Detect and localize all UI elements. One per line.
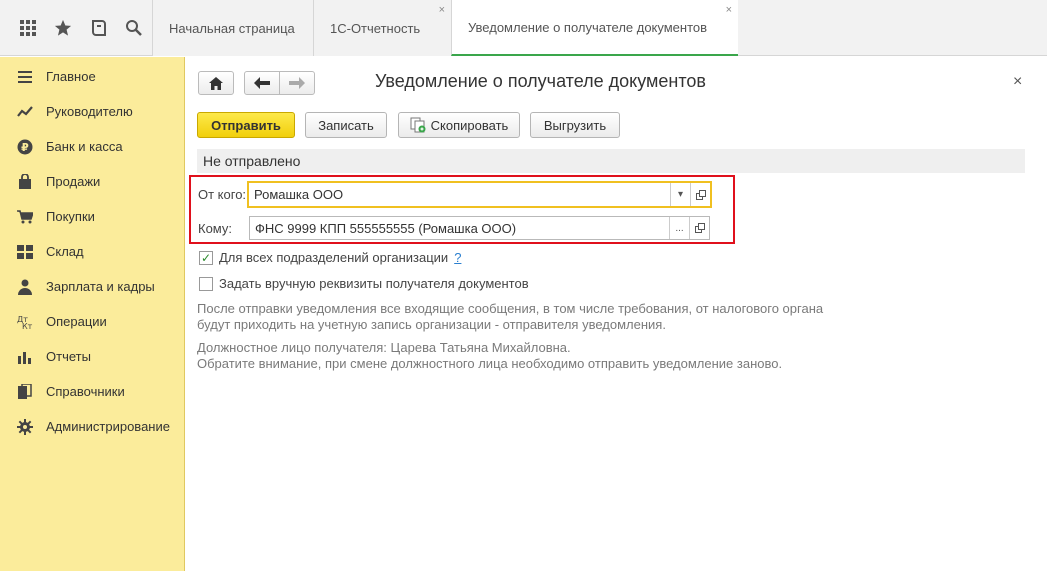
all-units-checkbox[interactable]: ✓ <box>199 250 213 265</box>
sidebar-item-label: Операции <box>46 314 107 329</box>
sidebar-item-label: Зарплата и кадры <box>46 279 155 294</box>
from-field-value: Ромашка ООО <box>254 187 344 202</box>
official-note: Должностное лицо получателя: Царева Тать… <box>197 340 782 372</box>
copy-button-label: Скопировать <box>430 117 509 133</box>
sidebar-item-label: Руководителю <box>46 104 133 119</box>
ruble-icon: ₽ <box>16 138 34 156</box>
save-button[interactable]: Записать <box>305 112 387 138</box>
sidebar-item-label: Главное <box>46 69 96 84</box>
status-text: Не отправлено <box>203 153 301 169</box>
top-icons <box>0 0 152 56</box>
dropdown-button[interactable]: ▾ <box>670 183 690 206</box>
ellipsis-icon: ... <box>675 222 684 234</box>
home-icon <box>209 76 223 90</box>
sidebar-item-operations[interactable]: Дт Кт Операции <box>0 304 184 339</box>
open-button[interactable] <box>690 183 710 206</box>
person-icon <box>16 278 34 296</box>
books-icon <box>16 383 34 401</box>
close-tab-icon[interactable]: × <box>439 4 445 16</box>
official-note-line: Должностное лицо получателя: Царева Тать… <box>197 340 571 355</box>
tab-home[interactable]: Начальная страница <box>152 0 313 56</box>
help-link[interactable]: ? <box>454 250 461 265</box>
svg-text:Кт: Кт <box>22 322 33 330</box>
sidebar-item-manager[interactable]: Руководителю <box>0 94 184 129</box>
arrow-right-icon <box>289 77 305 89</box>
open-button[interactable] <box>689 217 709 239</box>
tab-label: 1С-Отчетность <box>330 20 421 36</box>
dt-kt-icon: Дт Кт <box>16 313 34 331</box>
svg-text:₽: ₽ <box>21 141 29 154</box>
tab-1c-reporting[interactable]: 1С-Отчетность × <box>313 0 451 56</box>
history-icon[interactable] <box>81 10 117 46</box>
sidebar-item-label: Отчеты <box>46 349 91 364</box>
official-note-line: Обратите внимание, при смене должностног… <box>197 356 783 371</box>
manual-checkbox[interactable] <box>199 276 213 291</box>
sidebar-item-label: Продажи <box>46 174 101 189</box>
sidebar-item-label: Покупки <box>46 209 95 224</box>
sidebar-item-label: Справочники <box>46 384 125 399</box>
info-note: После отправки уведомления все входящие … <box>197 301 823 333</box>
sidebar: Главное Руководителю ₽ Банк и касса Прод… <box>0 57 185 571</box>
send-button[interactable]: Отправить <box>197 112 295 138</box>
sidebar-item-reports[interactable]: Отчеты <box>0 339 184 374</box>
export-button[interactable]: Выгрузить <box>530 112 620 138</box>
from-label: От кого: <box>198 187 247 202</box>
info-note-line: После отправки уведомления все входящие … <box>197 301 824 316</box>
info-note-line: будут приходить на учетную запись органи… <box>197 317 666 332</box>
apps-grid-icon[interactable] <box>10 10 46 46</box>
sidebar-item-label: Банк и касса <box>46 139 123 154</box>
sidebar-item-label: Склад <box>46 244 84 259</box>
bar-chart-icon <box>16 348 34 366</box>
close-icon[interactable]: × <box>1013 73 1022 91</box>
from-field[interactable]: Ромашка ООО ▾ <box>247 181 712 208</box>
status-bar: Не отправлено <box>197 149 1025 173</box>
search-icon[interactable] <box>117 10 153 46</box>
page-title: Уведомление о получателе документов <box>375 71 706 91</box>
manual-label: Задать вручную реквизиты получателя доку… <box>219 276 529 291</box>
tab-strip: Начальная страница 1С-Отчетность × Уведо… <box>152 0 738 56</box>
tab-label: Уведомление о получателе документов <box>468 19 708 35</box>
sidebar-item-main[interactable]: Главное <box>0 59 184 94</box>
trend-icon <box>16 103 34 121</box>
select-button[interactable]: ... <box>669 217 689 239</box>
sidebar-item-sales[interactable]: Продажи <box>0 164 184 199</box>
all-units-label: Для всех подразделений организации <box>219 250 449 265</box>
sidebar-item-admin[interactable]: Администрирование <box>0 409 184 444</box>
arrow-left-icon <box>254 77 270 89</box>
back-button[interactable] <box>244 71 280 95</box>
sidebar-item-purchases[interactable]: Покупки <box>0 199 184 234</box>
sidebar-item-warehouse[interactable]: Склад <box>0 234 184 269</box>
sidebar-item-bank[interactable]: ₽ Банк и касса <box>0 129 184 164</box>
tab-label: Начальная страница <box>169 20 295 36</box>
chevron-down-icon: ▾ <box>677 189 684 200</box>
manual-checkbox-row[interactable]: Задать вручную реквизиты получателя доку… <box>199 276 529 291</box>
sidebar-item-label: Администрирование <box>46 419 170 434</box>
bag-icon <box>16 173 34 191</box>
to-field[interactable]: ФНС 9999 КПП 555555555 (Ромашка ООО) ... <box>249 216 710 240</box>
cart-icon <box>16 208 34 226</box>
sidebar-item-catalogs[interactable]: Справочники <box>0 374 184 409</box>
top-bar: Начальная страница 1С-Отчетность × Уведо… <box>0 0 1047 56</box>
forward-button[interactable] <box>279 71 315 95</box>
all-units-checkbox-row[interactable]: ✓ Для всех подразделений организации ? <box>199 250 461 265</box>
home-button[interactable] <box>198 71 234 95</box>
close-tab-icon[interactable]: × <box>726 4 732 16</box>
gear-icon <box>16 418 34 436</box>
warehouse-icon <box>16 243 34 261</box>
to-label: Кому: <box>198 221 232 236</box>
open-icon <box>694 223 705 233</box>
to-field-value: ФНС 9999 КПП 555555555 (Ромашка ООО) <box>255 220 517 236</box>
copy-icon <box>410 117 426 133</box>
star-icon[interactable] <box>46 10 82 46</box>
menu-lines-icon <box>16 68 34 86</box>
open-icon <box>695 189 706 200</box>
tab-notification[interactable]: Уведомление о получателе документов × <box>451 0 738 56</box>
sidebar-item-salary[interactable]: Зарплата и кадры <box>0 269 184 304</box>
document-form: Уведомление о получателе документов × От… <box>186 57 1047 571</box>
copy-button[interactable]: Скопировать <box>398 112 520 138</box>
